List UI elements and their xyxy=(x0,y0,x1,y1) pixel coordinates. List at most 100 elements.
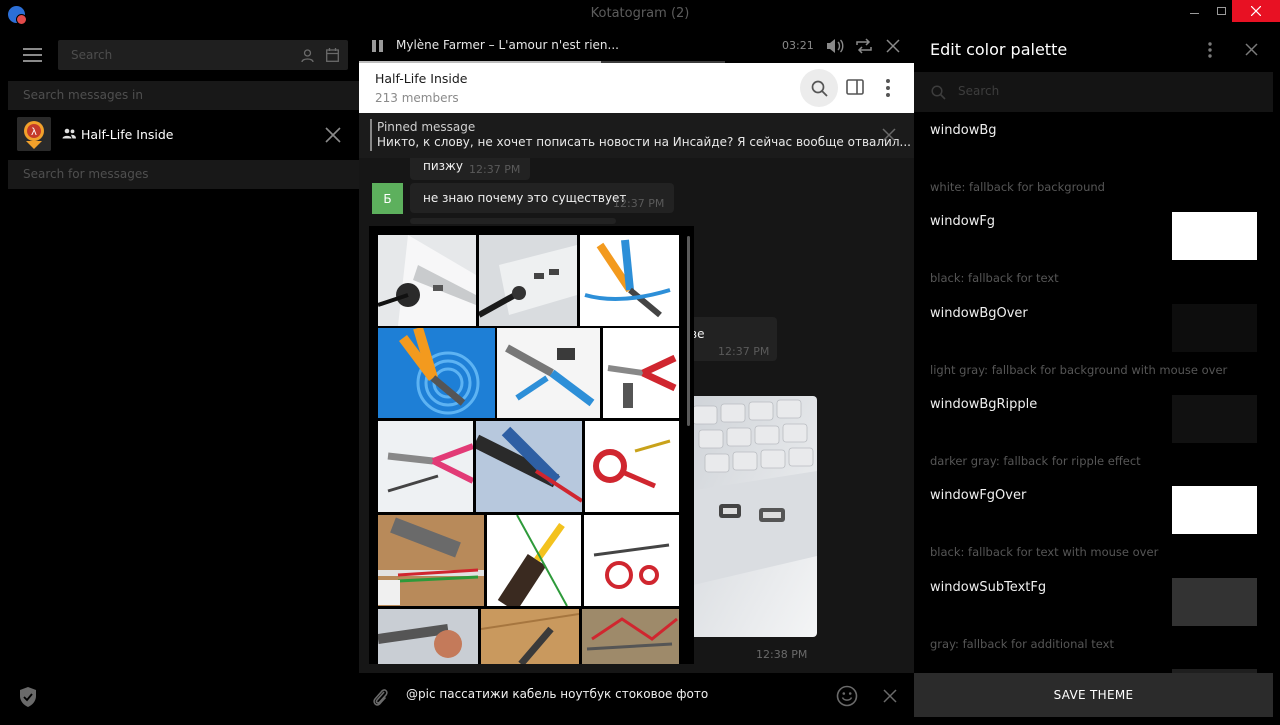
palette-item[interactable] xyxy=(914,662,1273,673)
palette-item-windowBg[interactable]: windowBg white: fallback for background xyxy=(914,114,1273,205)
palette-search-input[interactable] xyxy=(958,84,1208,98)
pinned-message[interactable]: Pinned message Никто, к слову, не хочет … xyxy=(359,113,914,158)
message-bubble-partial xyxy=(410,218,616,224)
message-time: 12:38 PM xyxy=(756,648,808,661)
palette-item-windowFg[interactable]: windowFg black: fallback for text xyxy=(914,205,1273,296)
close-icon[interactable] xyxy=(323,125,343,145)
message-bubble[interactable]: пизжу 12:37 PM xyxy=(410,158,530,180)
palette-item-description: gray: fallback for additional text xyxy=(930,637,1114,651)
color-swatch[interactable] xyxy=(1172,304,1257,352)
palette-search-field[interactable] xyxy=(914,72,1273,112)
result-thumbnail[interactable] xyxy=(585,421,679,512)
message-text: не знаю почему это существует xyxy=(423,191,627,205)
result-thumbnail[interactable] xyxy=(476,421,582,512)
pinned-accent-bar xyxy=(370,119,372,151)
shield-icon[interactable] xyxy=(19,687,37,707)
search-field[interactable] xyxy=(58,40,348,70)
result-thumbnail[interactable] xyxy=(378,609,478,664)
maximize-button[interactable] xyxy=(1207,0,1235,22)
photo-message[interactable] xyxy=(689,396,817,637)
inline-results-scrollbar[interactable] xyxy=(687,236,690,426)
search-messages-placeholder: Search for messages xyxy=(23,167,149,181)
more-vertical-icon[interactable] xyxy=(1207,41,1213,59)
chat-area: Mylène Farmer – L'amour n'est rien... 03… xyxy=(359,30,914,725)
more-vertical-icon[interactable] xyxy=(884,78,892,98)
search-chat-entry[interactable]: λ Half-Life Inside xyxy=(0,113,359,158)
half-life-logo-icon: λ xyxy=(17,117,51,151)
group-icon xyxy=(62,128,76,139)
chat-header[interactable]: Half-Life Inside 213 members xyxy=(359,63,914,113)
result-thumbnail[interactable] xyxy=(378,421,473,512)
result-thumbnail[interactable] xyxy=(378,235,476,326)
result-thumbnail[interactable] xyxy=(584,515,679,606)
member-count: 213 members xyxy=(375,91,459,105)
result-thumbnail[interactable] xyxy=(580,235,679,326)
pause-icon[interactable] xyxy=(372,40,383,52)
pinned-title: Pinned message xyxy=(377,120,476,134)
message-input[interactable]: @pic пассатижи кабель ноутбук стоковое ф… xyxy=(406,687,708,701)
color-palette-panel: Edit color palette windowBg white: fallb… xyxy=(914,30,1280,725)
message-time: 12:37 PM xyxy=(613,197,665,210)
palette-item-windowBgRipple[interactable]: windowBgRipple darker gray: fallback for… xyxy=(914,388,1273,479)
chat-name: Half-Life Inside xyxy=(81,127,174,142)
track-title[interactable]: Mylène Farmer – L'amour n'est rien... xyxy=(396,38,619,52)
avatar[interactable]: Б xyxy=(372,183,403,214)
message-time: 12:37 PM xyxy=(469,163,521,176)
panel-title: Edit color palette xyxy=(930,40,1068,59)
close-icon xyxy=(1251,6,1261,16)
side-panel-icon[interactable] xyxy=(846,79,864,95)
palette-item-description: darker gray: fallback for ripple effect xyxy=(930,454,1141,468)
inline-results-panel[interactable] xyxy=(369,226,694,664)
result-thumbnail[interactable] xyxy=(481,609,579,664)
palette-item-name: windowFg xyxy=(930,214,996,229)
color-swatch[interactable] xyxy=(1172,578,1257,626)
close-icon[interactable] xyxy=(881,127,897,143)
palette-item-description: black: fallback for text xyxy=(930,271,1059,285)
search-messages-field[interactable]: Search for messages xyxy=(8,160,359,189)
palette-item-name: windowFgOver xyxy=(930,488,1027,503)
search-button[interactable] xyxy=(800,69,838,107)
close-player-icon[interactable] xyxy=(886,38,900,54)
color-swatch[interactable] xyxy=(1172,395,1257,443)
search-in-label-bar: Search messages in xyxy=(8,81,359,110)
close-window-button[interactable] xyxy=(1232,0,1280,22)
result-thumbnail[interactable] xyxy=(479,235,577,326)
result-thumbnail[interactable] xyxy=(487,515,581,606)
sidebar: Search messages in λ Half-Life Inside Se… xyxy=(0,30,359,725)
result-thumbnail[interactable] xyxy=(378,515,484,606)
palette-item-name: windowBgOver xyxy=(930,306,1028,321)
chat-avatar: λ xyxy=(17,117,51,151)
result-thumbnail[interactable] xyxy=(582,609,679,664)
repeat-icon[interactable] xyxy=(855,38,873,54)
search-input[interactable] xyxy=(71,48,291,62)
message-bubble[interactable]: не знаю почему это существует 12:37 PM xyxy=(410,183,674,213)
search-icon xyxy=(811,80,828,97)
attach-icon[interactable] xyxy=(371,686,389,708)
track-time: 03:21 xyxy=(782,39,814,52)
color-swatch[interactable] xyxy=(1172,212,1257,260)
result-thumbnail[interactable] xyxy=(497,328,600,418)
search-icon xyxy=(931,85,946,100)
volume-icon[interactable] xyxy=(826,38,844,54)
palette-item-windowFgOver[interactable]: windowFgOver black: fallback for text wi… xyxy=(914,479,1273,570)
calendar-icon[interactable] xyxy=(326,48,339,62)
palette-item-windowSubTextFg[interactable]: windowSubTextFg gray: fallback for addit… xyxy=(914,571,1273,662)
close-icon[interactable] xyxy=(883,689,897,703)
color-swatch[interactable] xyxy=(1172,121,1257,169)
color-swatch[interactable] xyxy=(1172,486,1257,534)
result-thumbnail[interactable] xyxy=(378,328,495,418)
palette-scrollbar[interactable] xyxy=(1273,72,1280,673)
palette-item-windowBgOver[interactable]: windowBgOver light gray: fallback for ba… xyxy=(914,297,1273,388)
chat-title: Half-Life Inside xyxy=(375,71,468,86)
palette-item-description: light gray: fallback for background with… xyxy=(930,363,1228,377)
close-icon[interactable] xyxy=(1245,43,1258,56)
laptop-photo xyxy=(689,396,817,637)
result-thumbnail[interactable] xyxy=(603,328,679,418)
window-title: Kotatogram (2) xyxy=(590,6,690,21)
emoji-icon[interactable] xyxy=(836,685,858,707)
minimize-button[interactable] xyxy=(1180,0,1208,22)
person-icon[interactable] xyxy=(301,49,314,62)
save-theme-button[interactable]: SAVE THEME xyxy=(914,673,1273,717)
hamburger-menu-icon[interactable] xyxy=(23,48,42,66)
media-player-bar: Mylène Farmer – L'amour n'est rien... 03… xyxy=(359,30,914,63)
